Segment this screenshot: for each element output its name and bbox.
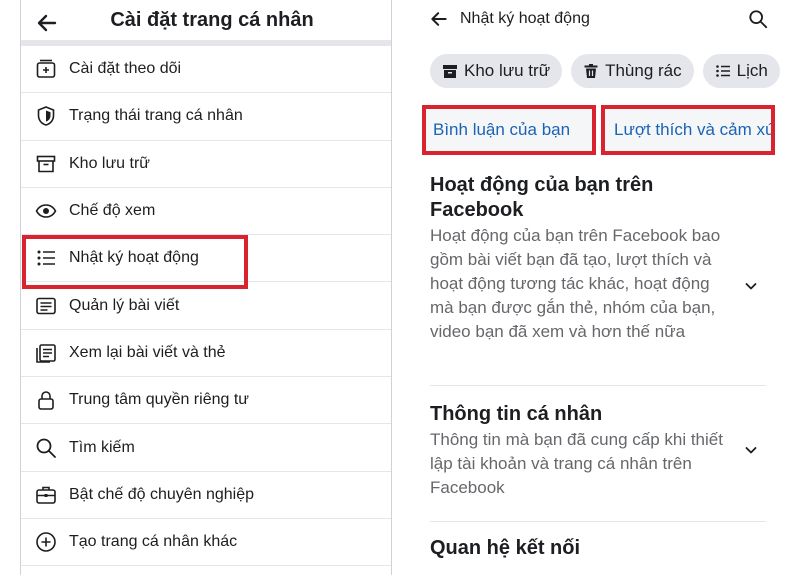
settings-menu: Cài đặt theo dõi Trạng thái trang cá nhâ… (21, 46, 391, 567)
menu-item-activity-log[interactable]: Nhật ký hoạt động (21, 235, 391, 290)
trash-icon (583, 63, 599, 79)
filter-chips: Kho lưu trữ Thùng rác Lịch (420, 54, 780, 88)
manage-posts-icon (33, 293, 59, 319)
profile-settings-panel: Cài đặt trang cá nhân Cài đặt theo dõi T… (20, 0, 392, 575)
review-posts-icon (33, 340, 59, 366)
chip-trash[interactable]: Thùng rác (571, 54, 694, 88)
lock-icon (33, 387, 59, 413)
archive-icon (33, 151, 59, 177)
menu-item-create-profile[interactable]: Tạo trang cá nhân khác (21, 519, 391, 567)
activity-log-panel: Nhật ký hoạt động Kho lưu trữ Thùng rác … (420, 0, 780, 575)
menu-item-archive[interactable]: Kho lưu trữ (21, 141, 391, 188)
menu-item-view-as[interactable]: Chế độ xem (21, 188, 391, 236)
chip-archive[interactable]: Kho lưu trữ (430, 54, 563, 88)
section-your-activity[interactable]: Hoạt động của bạn trên Facebook Hoạt độn… (430, 173, 766, 386)
menu-item-label: Chế độ xem (69, 202, 156, 220)
chevron-down-icon[interactable] (742, 441, 760, 459)
chip-history[interactable]: Lịch (702, 54, 780, 88)
add-circle-icon (33, 529, 59, 555)
menu-item-label: Cài đặt theo dõi (69, 60, 182, 78)
menu-item-label: Nhật ký hoạt động (69, 249, 199, 267)
page-title: Nhật ký hoạt động (460, 10, 590, 27)
menu-item-manage-posts[interactable]: Quản lý bài viết (21, 282, 391, 330)
menu-item-profile-status[interactable]: Trạng thái trang cá nhân (21, 93, 391, 141)
section-title: Thông tin cá nhân (430, 403, 603, 425)
chip-label: Thùng rác (605, 61, 682, 80)
tab-your-comments[interactable]: Bình luận của bạn (422, 105, 596, 155)
section-description: Thông tin mà bạn đã cung cấp khi thiết l… (430, 430, 723, 497)
back-arrow-icon[interactable] (424, 4, 454, 34)
search-icon[interactable] (744, 5, 772, 33)
activity-log-header: Nhật ký hoạt động (420, 0, 780, 38)
menu-item-label: Tìm kiếm (69, 438, 135, 456)
follow-settings-icon (33, 56, 59, 82)
section-connections[interactable]: Quan hệ kết nối (430, 522, 766, 561)
menu-item-follow-settings[interactable]: Cài đặt theo dõi (21, 46, 391, 94)
profile-settings-header: Cài đặt trang cá nhân (21, 0, 391, 46)
menu-item-professional-mode[interactable]: Bật chế độ chuyên nghiệp (21, 472, 391, 519)
section-title: Quan hệ kết nối (430, 537, 581, 559)
chip-label: Kho lưu trữ (464, 61, 551, 80)
menu-item-label: Trạng thái trang cá nhân (69, 107, 243, 125)
activity-tabs: Bình luận của bạn Lượt thích và cảm xúc (420, 105, 780, 157)
tab-likes-reactions[interactable]: Lượt thích và cảm xúc (601, 105, 775, 155)
section-title: Hoạt động của bạn trên Facebook (430, 174, 654, 221)
section-personal-info[interactable]: Thông tin cá nhân Thông tin mà bạn đã cu… (430, 386, 766, 522)
menu-item-label: Trung tâm quyền riêng tư (69, 391, 249, 409)
menu-item-privacy-center[interactable]: Trung tâm quyền riêng tư (21, 377, 391, 425)
menu-item-review-posts[interactable]: Xem lại bài viết và thẻ (21, 330, 391, 378)
list-icon (33, 245, 59, 271)
chip-label: Lịch (736, 61, 768, 80)
menu-item-search[interactable]: Tìm kiếm (21, 424, 391, 472)
menu-item-label: Tạo trang cá nhân khác (69, 533, 238, 551)
shield-icon (33, 103, 59, 129)
list-icon (715, 63, 731, 79)
menu-item-label: Bật chế độ chuyên nghiệp (69, 485, 255, 503)
back-arrow-icon[interactable] (33, 9, 61, 37)
archive-icon (442, 63, 458, 79)
chevron-down-icon[interactable] (742, 277, 760, 295)
tab-label: Bình luận của bạn (433, 120, 571, 139)
briefcase-icon (33, 482, 59, 508)
menu-item-label: Xem lại bài viết và thẻ (69, 343, 226, 361)
menu-item-label: Quản lý bài viết (69, 296, 180, 314)
search-icon (33, 435, 59, 461)
menu-item-label: Kho lưu trữ (69, 154, 151, 172)
section-description: Hoạt động của bạn trên Facebook bao gồm … (430, 226, 721, 341)
page-title: Cài đặt trang cá nhân (110, 8, 314, 31)
tab-label: Lượt thích và cảm xúc (614, 120, 775, 139)
eye-icon (33, 198, 59, 224)
